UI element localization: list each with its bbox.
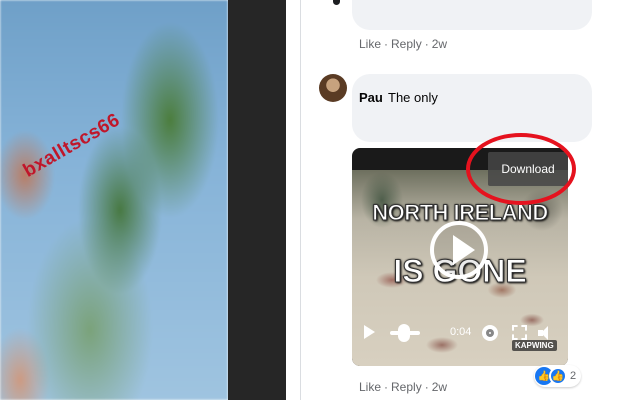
comment-thread-line bbox=[300, 0, 301, 400]
like-link[interactable]: Like bbox=[359, 37, 381, 51]
video-time: 0:04 bbox=[450, 326, 472, 338]
reply-link[interactable]: Reply bbox=[391, 380, 422, 394]
avatar[interactable] bbox=[319, 74, 347, 102]
play-button[interactable] bbox=[430, 221, 488, 279]
photo-image bbox=[0, 0, 228, 400]
play-icon[interactable] bbox=[364, 325, 375, 339]
highlight-circle bbox=[466, 133, 576, 205]
reaction-count: 2 bbox=[570, 370, 577, 382]
comment-actions: Like · Reply · 2w bbox=[359, 380, 447, 394]
speaker-cone bbox=[541, 326, 548, 340]
comment-text: The only bbox=[388, 90, 438, 105]
comment-actions-previous: Like · Reply · 2w bbox=[359, 37, 447, 51]
comment-bubble-previous bbox=[352, 0, 592, 30]
comment-timestamp[interactable]: 2w bbox=[432, 37, 447, 51]
photo-viewer[interactable]: bxalltscs66 bbox=[0, 0, 228, 400]
volume-icon[interactable] bbox=[538, 325, 552, 341]
separator: · bbox=[424, 380, 429, 394]
photo-frame-edge bbox=[228, 0, 286, 400]
separator: · bbox=[384, 380, 389, 394]
love-icon: 👍 bbox=[549, 367, 567, 385]
volume-knob[interactable] bbox=[398, 324, 410, 342]
avatar-fragment bbox=[333, 0, 340, 5]
fullscreen-icon[interactable] bbox=[512, 325, 527, 340]
comment-author[interactable]: Pau bbox=[359, 90, 383, 105]
comment-timestamp[interactable]: 2w bbox=[432, 380, 447, 394]
gear-icon[interactable] bbox=[482, 325, 498, 341]
comment-bubble bbox=[352, 74, 592, 142]
separator: · bbox=[384, 37, 389, 51]
reaction-summary[interactable]: 👍 👍 2 bbox=[534, 365, 582, 387]
reply-link[interactable]: Reply bbox=[391, 37, 422, 51]
kapwing-badge: KAPWING bbox=[512, 340, 557, 351]
like-link[interactable]: Like bbox=[359, 380, 381, 394]
separator: · bbox=[424, 37, 429, 51]
